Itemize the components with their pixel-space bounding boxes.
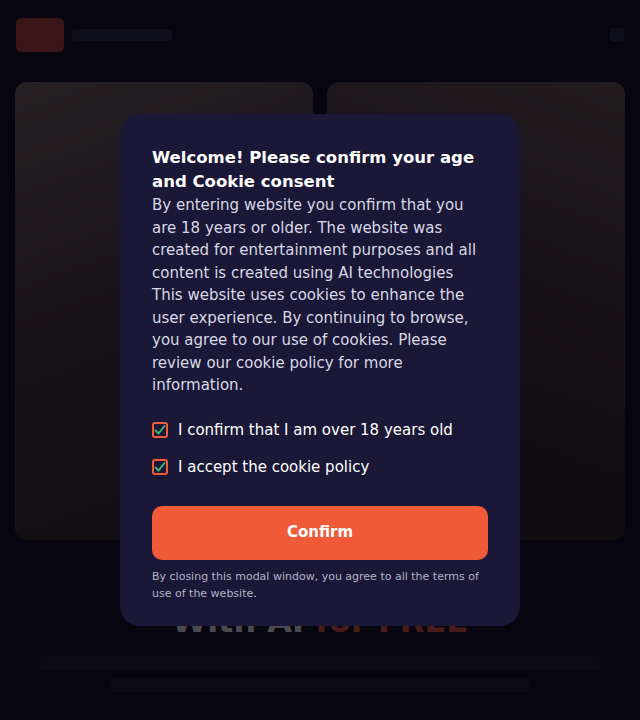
check-icon xyxy=(154,424,166,436)
checkbox[interactable] xyxy=(152,422,168,438)
modal-title: Welcome! Please confirm your age and Coo… xyxy=(152,146,488,194)
confirm-button[interactable]: Confirm xyxy=(152,506,488,560)
check-icon xyxy=(154,461,166,473)
consent-checkbox-row[interactable]: I accept the cookie policy xyxy=(152,456,488,479)
modal-body: By entering website you confirm that you… xyxy=(152,194,488,397)
checkbox-label[interactable]: I confirm that I am over 18 years old xyxy=(178,419,453,442)
consent-modal: Welcome! Please confirm your age and Coo… xyxy=(120,114,520,626)
checkbox[interactable] xyxy=(152,459,168,475)
modal-note: By closing this modal window, you agree … xyxy=(152,568,488,602)
checkbox-label[interactable]: I accept the cookie policy xyxy=(178,456,369,479)
consent-checkbox-row[interactable]: I confirm that I am over 18 years old xyxy=(152,419,488,442)
